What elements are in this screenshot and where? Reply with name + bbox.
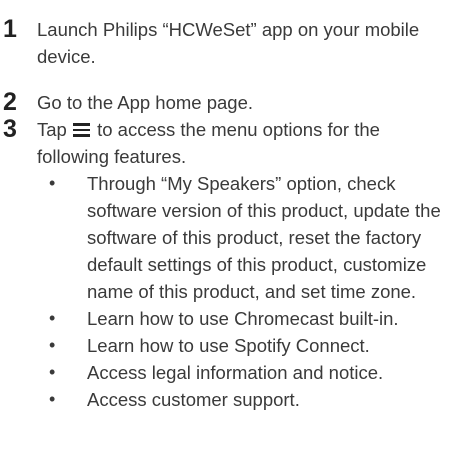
feature-list: • Through “My Speakers” option, check so… — [49, 170, 449, 413]
feature-text: Learn how to use Spotify Connect. — [87, 335, 370, 356]
hamburger-menu-icon — [72, 123, 90, 137]
feature-item: • Learn how to use Spotify Connect. — [49, 332, 449, 359]
bullet-icon: • — [49, 173, 56, 193]
feature-item: • Learn how to use Chromecast built-in. — [49, 305, 449, 332]
feature-text: Learn how to use Chromecast built-in. — [87, 308, 399, 329]
bullet-icon: • — [49, 362, 56, 382]
step-number: 1 — [3, 15, 17, 43]
step-number: 2 — [3, 88, 17, 116]
feature-text: Access customer support. — [87, 389, 300, 410]
step-text: Launch Philips “HCWeSet” app on your mob… — [37, 19, 420, 67]
step-text: Go to the App home page. — [37, 92, 253, 113]
step-number: 3 — [3, 115, 17, 143]
step-text-before-icon: Tap — [37, 119, 67, 140]
bullet-icon: • — [49, 308, 56, 328]
feature-item: • Access legal information and notice. — [49, 359, 449, 386]
bullet-icon: • — [49, 335, 56, 355]
feature-item: • Through “My Speakers” option, check so… — [49, 170, 449, 305]
step-text: Tap to access the menu options for the f… — [37, 116, 452, 170]
feature-item: • Access customer support. — [49, 386, 449, 413]
feature-text: Access legal information and notice. — [87, 362, 384, 383]
feature-text: Through “My Speakers” option, check soft… — [87, 173, 441, 302]
bullet-icon: • — [49, 389, 56, 409]
instruction-page: 1 Launch Philips “HCWeSet” app on your m… — [0, 0, 454, 468]
